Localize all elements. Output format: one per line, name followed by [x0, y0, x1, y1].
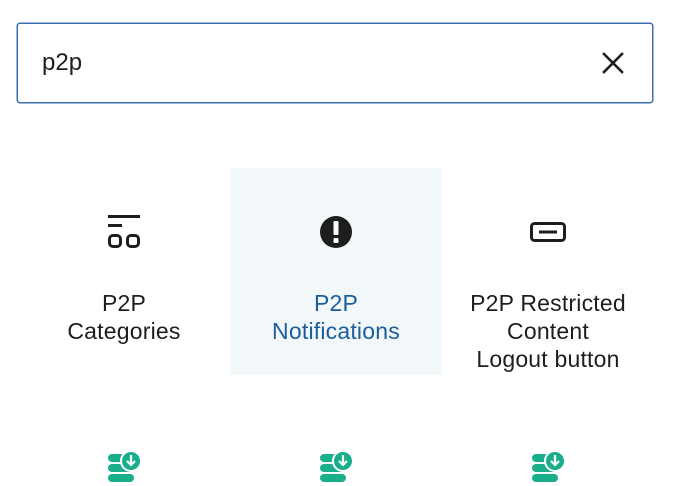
- database-download-icon: [532, 450, 566, 482]
- clear-search-button[interactable]: [600, 50, 626, 76]
- block-item-database[interactable]: [18, 404, 230, 484]
- block-item-database[interactable]: [442, 404, 654, 484]
- alert-icon: [320, 216, 352, 248]
- block-item-p2p-restricted-content-logout-button[interactable]: P2P Restricted Content Logout button: [442, 168, 654, 375]
- categories-icon: [108, 215, 140, 248]
- block-item-p2p-notifications[interactable]: P2P Notifications: [230, 168, 442, 375]
- block-label: P2P Restricted Content Logout button: [470, 290, 626, 372]
- close-icon: [602, 52, 624, 74]
- button-icon: [530, 222, 566, 242]
- database-download-icon: [320, 450, 354, 482]
- block-item-database[interactable]: [230, 404, 442, 484]
- search-box: [17, 23, 653, 103]
- database-download-icon: [108, 450, 142, 482]
- block-label: P2P Categories: [67, 290, 181, 344]
- block-label: P2P Notifications: [272, 290, 400, 344]
- block-item-p2p-categories[interactable]: P2P Categories: [18, 168, 230, 375]
- search-input[interactable]: [18, 24, 578, 102]
